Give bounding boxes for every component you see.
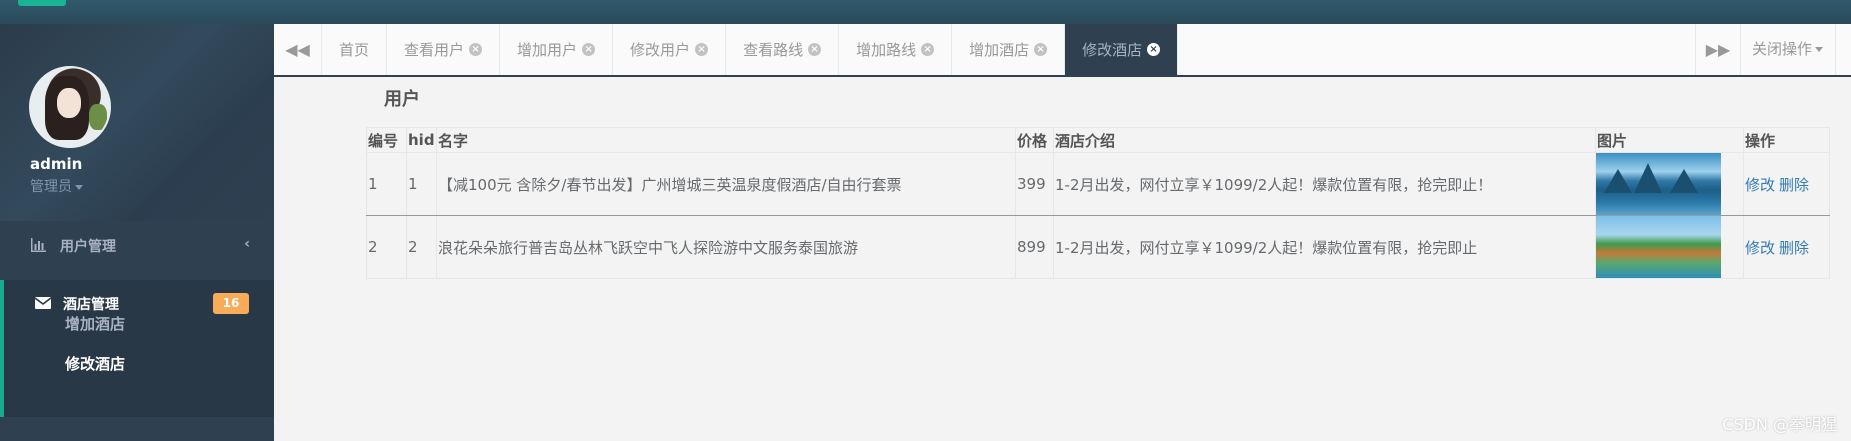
tab-label: 修改用户 — [630, 41, 691, 59]
tab-page[interactable]: 增加用户 × — [500, 24, 614, 75]
column-header: 名字 — [436, 127, 1016, 153]
scroll-tabs-right-button[interactable]: ▶▶ — [1695, 24, 1741, 75]
column-header: 酒店介绍 — [1053, 127, 1596, 153]
tab-label: 增加用户 — [517, 41, 578, 59]
caret-down-icon — [1815, 47, 1824, 52]
close-tab-icon[interactable]: × — [921, 43, 935, 56]
cell-hid: 1 — [406, 152, 437, 216]
watermark: CSDN @拳明猩 — [1722, 415, 1837, 434]
cell-name: 浪花朵朵旅行普吉岛丛林飞跃空中飞人探险游中文服务泰国旅游 — [436, 215, 1016, 279]
close-tab-icon[interactable]: × — [808, 43, 822, 56]
tab-label: 修改酒店 — [1082, 41, 1143, 59]
envelope-icon — [35, 297, 51, 309]
table-row: 2 2 浪花朵朵旅行普吉岛丛林飞跃空中飞人探险游中文服务泰国旅游 899 1-2… — [366, 215, 1830, 279]
chevron-left-icon: ‹ — [244, 236, 250, 252]
sidebar-item-hotel-management[interactable]: 酒店管理 16 — [0, 280, 274, 417]
sidebar-item-user-management[interactable]: 用户管理 ‹ — [0, 222, 274, 270]
page-title: 用户 — [384, 89, 420, 110]
profile-name: admin — [30, 155, 83, 173]
close-tab-icon[interactable]: × — [469, 43, 483, 56]
island-coast-photo — [1596, 216, 1721, 278]
double-left-arrow-icon: ◀◀ — [285, 40, 310, 59]
count-badge: 16 — [213, 293, 249, 314]
edit-link[interactable]: 修改 — [1745, 239, 1775, 257]
table-row: 1 1 【减100元 含除夕/春节出发】广州增城三英温泉度假酒店/自由行套票 3… — [366, 152, 1830, 216]
profile-role-dropdown[interactable]: 管理员 — [30, 176, 83, 196]
top-header-bar — [0, 0, 1851, 24]
caret-down-icon — [75, 184, 83, 190]
column-header: hid — [406, 127, 437, 153]
table-header-row: 编号 hid 名字 价格 酒店介绍 图片 操作 — [366, 127, 1830, 153]
edit-link[interactable]: 修改 — [1745, 176, 1775, 194]
double-right-arrow-icon: ▶▶ — [1705, 40, 1731, 59]
cell-actions: 修改 删除 — [1743, 152, 1830, 216]
cell-name: 【减100元 含除夕/春节出发】广州增城三英温泉度假酒店/自由行套票 — [436, 152, 1016, 216]
cell-intro: 1-2月出发，网付立享￥1099/2人起！爆款位置有限，抢完即止！ — [1053, 152, 1596, 216]
close-tab-icon[interactable]: × — [582, 43, 596, 56]
bar-chart-icon — [31, 238, 46, 252]
sidebar-item-label: 用户管理 — [60, 239, 116, 255]
cell-price: 399 — [1015, 152, 1054, 216]
close-operations-label: 关闭操作 — [1752, 40, 1813, 58]
tab-label: 查看用户 — [404, 41, 465, 59]
logo — [18, 0, 66, 6]
cell-image — [1595, 152, 1744, 216]
cell-image — [1595, 215, 1744, 279]
delete-link[interactable]: 删除 — [1779, 176, 1809, 194]
delete-link[interactable]: 删除 — [1779, 239, 1809, 257]
tab-label: 增加路线 — [856, 41, 917, 59]
column-header: 编号 — [366, 127, 407, 153]
tab-label: 增加酒店 — [969, 41, 1030, 59]
tab-page[interactable]: 查看用户 × — [387, 24, 501, 75]
sidebar-subitem-edit-hotel[interactable]: 修改酒店 — [65, 353, 125, 374]
close-tab-icon[interactable]: × — [1034, 43, 1048, 56]
tab-home[interactable]: 首页 — [322, 24, 388, 75]
close-tab-icon[interactable]: × — [695, 43, 709, 56]
cell-hid: 2 — [406, 215, 437, 279]
profile-role-label: 管理员 — [30, 179, 72, 195]
tab-page[interactable]: 修改酒店 × — [1065, 24, 1179, 75]
tab-page[interactable]: 增加酒店 × — [952, 24, 1066, 75]
cell-id: 1 — [366, 152, 407, 216]
tab-page[interactable]: 增加路线 × — [839, 24, 953, 75]
tab-page[interactable]: 查看路线 × — [726, 24, 840, 75]
column-header: 价格 — [1015, 127, 1054, 153]
tab-label: 查看路线 — [743, 41, 804, 59]
cell-id: 2 — [366, 215, 407, 279]
close-operations-dropdown[interactable]: 关闭操作 — [1744, 24, 1836, 75]
avatar[interactable] — [29, 66, 111, 148]
scroll-tabs-left-button[interactable]: ◀◀ — [274, 24, 322, 75]
close-tab-icon[interactable]: × — [1147, 43, 1161, 56]
tab-label: 首页 — [339, 41, 370, 59]
column-header: 操作 — [1743, 127, 1830, 153]
hotel-table: 编号 hid 名字 价格 酒店介绍 图片 操作 1 1 【减100元 含除夕/春… — [366, 127, 1830, 279]
lake-mountains-photo — [1596, 153, 1721, 215]
cell-intro: 1-2月出发，网付立享￥1099/2人起！爆款位置有限，抢完即止 — [1053, 215, 1596, 279]
tab-page[interactable]: 修改用户 × — [613, 24, 727, 75]
cell-price: 899 — [1015, 215, 1054, 279]
cell-actions: 修改 删除 — [1743, 215, 1830, 279]
sidebar-subitem-add-hotel[interactable]: 增加酒店 — [65, 313, 125, 334]
tabs-list: 首页 查看用户 × 增加用户 × 修改用户 × 查看路线 × 增加路线 × 增加酒店 × 修改酒店 × — [322, 24, 1179, 75]
column-header: 图片 — [1595, 127, 1744, 153]
sidebar-item-label: 酒店管理 — [63, 297, 119, 313]
tab-bar: ◀◀ 首页 查看用户 × 增加用户 × 修改用户 × 查看路线 × 增加路线 × 增加酒店 × 修改酒店 ×… — [274, 24, 1851, 77]
profile-panel: admin 管理员 — [0, 24, 274, 221]
